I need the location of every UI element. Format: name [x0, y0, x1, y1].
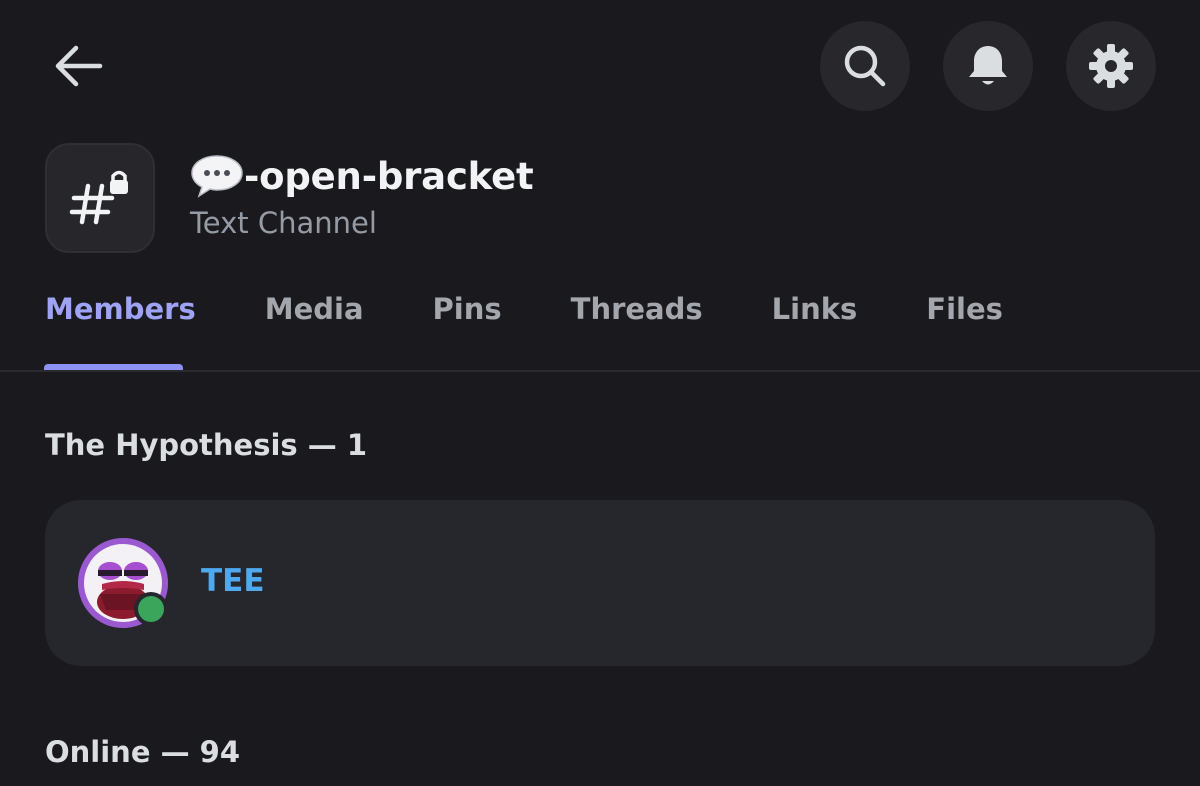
tab-bar: Members Media Pins Threads Links Files [45, 285, 1072, 333]
role-section-header: The Hypothesis — 1 [45, 428, 368, 462]
arrow-left-icon [55, 45, 103, 87]
tab-pins[interactable]: Pins [433, 292, 502, 326]
hashtag-lock-icon [69, 170, 128, 225]
tab-threads[interactable]: Threads [571, 292, 703, 326]
online-status-indicator [134, 592, 168, 626]
channel-info-screen: -open-bracket Text Channel Members Media… [0, 0, 1200, 786]
bell-icon [969, 46, 1007, 85]
search-icon [844, 45, 886, 87]
settings-button[interactable] [1066, 21, 1156, 111]
channel-type-label: Text Channel [190, 206, 377, 240]
tab-media[interactable]: Media [265, 292, 364, 326]
channel-name: -open-bracket [244, 154, 534, 198]
notifications-button[interactable] [943, 21, 1033, 111]
channel-title: -open-bracket [190, 152, 534, 200]
online-section-header: Online — 94 [45, 735, 241, 769]
tab-members[interactable]: Members [45, 292, 196, 326]
gear-icon [1089, 44, 1133, 88]
back-button[interactable] [42, 30, 114, 102]
search-button[interactable] [820, 21, 910, 111]
channel-icon-box [45, 143, 155, 253]
tab-files[interactable]: Files [926, 292, 1003, 326]
speech-bubble-icon [191, 155, 243, 198]
member-name[interactable]: TEE [201, 563, 265, 599]
member-row[interactable]: TEE [45, 500, 1155, 666]
tab-links[interactable]: Links [772, 292, 858, 326]
tab-divider [0, 370, 1200, 372]
